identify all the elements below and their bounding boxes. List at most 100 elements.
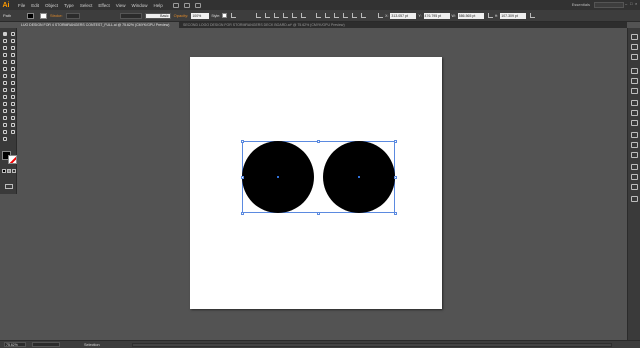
align-top-icon[interactable] <box>283 13 289 18</box>
recolor-artwork-icon[interactable] <box>231 13 237 18</box>
swatches-icon[interactable] <box>631 54 638 60</box>
artboard[interactable] <box>190 57 442 309</box>
workspace-switcher[interactable]: Essentials <box>572 2 590 7</box>
color-panel-icon[interactable] <box>631 34 638 40</box>
pencil-icon[interactable] <box>2 66 8 72</box>
opacity-label[interactable]: Opacity: <box>174 13 189 18</box>
stroke-panel-icon[interactable] <box>631 88 638 94</box>
magic-wand-icon[interactable] <box>2 38 8 44</box>
menu-view[interactable]: View <box>116 3 126 8</box>
horizontal-scrollbar[interactable] <box>132 343 612 347</box>
type-tool-icon[interactable] <box>2 52 8 58</box>
scissors-icon[interactable] <box>10 73 16 79</box>
warp-tool-icon[interactable] <box>10 87 16 93</box>
free-transform-icon[interactable] <box>2 94 8 100</box>
handle-middle-right[interactable] <box>393 175 397 179</box>
gpu-performance-icon[interactable] <box>194 2 201 8</box>
stroke-swatch[interactable] <box>8 155 17 164</box>
hand-tool-icon[interactable] <box>10 129 16 135</box>
transform-icon[interactable] <box>631 184 638 190</box>
stroke-label[interactable]: Stroke: <box>50 13 63 18</box>
circle-right[interactable] <box>323 141 395 213</box>
shape-builder-icon[interactable] <box>10 94 16 100</box>
lasso-icon[interactable] <box>10 38 16 44</box>
pen-tool-icon[interactable] <box>2 45 8 51</box>
layers-icon[interactable] <box>631 142 638 148</box>
height-field[interactable]: 107.309 pt <box>500 12 527 19</box>
blob-brush-icon[interactable] <box>10 66 16 72</box>
line-tool-icon[interactable] <box>10 52 16 58</box>
column-graph-icon[interactable] <box>2 122 8 128</box>
gradient-mode-icon[interactable] <box>7 169 11 173</box>
screen-mode-icon[interactable] <box>5 184 13 189</box>
align-icon[interactable] <box>631 164 638 170</box>
width-field[interactable]: 586.565 pt <box>457 12 484 19</box>
eyedropper-icon[interactable] <box>10 108 16 114</box>
distribute-top-icon[interactable] <box>316 13 322 18</box>
artboard-tool-icon[interactable] <box>10 122 16 128</box>
transform-panel-icon[interactable] <box>530 13 536 18</box>
menu-type[interactable]: Type <box>64 3 74 8</box>
direct-selection-tool-icon[interactable] <box>10 31 16 37</box>
menu-edit[interactable]: Edit <box>31 3 39 8</box>
minimize-icon[interactable]: – <box>625 2 628 6</box>
align-left-icon[interactable] <box>256 13 262 18</box>
distribute-right-icon[interactable] <box>361 13 367 18</box>
handle-top-left[interactable] <box>240 139 244 143</box>
fill-color-swatch[interactable] <box>27 12 34 19</box>
none-mode-icon[interactable] <box>12 169 16 173</box>
variable-width-profile[interactable] <box>119 12 142 19</box>
circle-left[interactable] <box>242 141 314 213</box>
symbols-icon[interactable] <box>631 78 638 84</box>
bridge-icon[interactable] <box>172 2 179 8</box>
selection-tool-icon[interactable] <box>2 31 8 37</box>
distribute-left-icon[interactable] <box>343 13 349 18</box>
appearance-icon[interactable] <box>631 120 638 126</box>
graphic-styles-icon[interactable] <box>631 132 638 138</box>
reference-point-icon[interactable] <box>378 13 384 18</box>
scale-tool-icon[interactable] <box>10 80 16 86</box>
menu-object[interactable]: Object <box>45 3 58 8</box>
distribute-vcenter-icon[interactable] <box>325 13 331 18</box>
search-input[interactable] <box>594 2 624 8</box>
links-icon[interactable] <box>631 196 638 202</box>
zoom-level-field[interactable]: 75.62% <box>4 342 26 347</box>
handle-middle-left[interactable] <box>240 175 244 179</box>
pathfinder-icon[interactable] <box>631 174 638 180</box>
color-mode-icon[interactable] <box>2 169 6 173</box>
handle-bottom-right[interactable] <box>393 211 397 215</box>
constrain-proportions-icon[interactable] <box>487 13 493 18</box>
paintbrush-icon[interactable] <box>10 59 16 65</box>
handle-top-right[interactable] <box>393 139 397 143</box>
align-hcenter-icon[interactable] <box>265 13 271 18</box>
handle-bottom-center[interactable] <box>317 211 320 215</box>
arrange-documents-icon[interactable] <box>183 2 190 8</box>
symbol-sprayer-icon[interactable] <box>10 115 16 121</box>
transparency-icon[interactable] <box>631 110 638 116</box>
rectangle-tool-icon[interactable] <box>2 59 8 65</box>
tab-document-2[interactable]: SECOND LOGO DESIGN FOR STORMRANGERS DECK… <box>179 22 359 28</box>
zoom-tool-icon[interactable] <box>2 136 8 142</box>
x-field[interactable]: 313.057 pt <box>390 12 417 19</box>
align-vcenter-icon[interactable] <box>292 13 298 18</box>
curvature-icon[interactable] <box>10 45 16 51</box>
menu-select[interactable]: Select <box>80 3 93 8</box>
stroke-color-swatch[interactable] <box>40 12 47 19</box>
distribute-bottom-icon[interactable] <box>334 13 340 18</box>
width-tool-icon[interactable] <box>2 87 8 93</box>
brush-definition[interactable]: Basic <box>144 12 171 19</box>
slice-tool-icon[interactable] <box>2 129 8 135</box>
artboard-navigation[interactable] <box>32 342 60 347</box>
handle-bottom-left[interactable] <box>240 211 244 215</box>
align-right-icon[interactable] <box>274 13 280 18</box>
menu-effect[interactable]: Effect <box>98 3 109 8</box>
opacity-field[interactable]: 100% <box>191 12 210 19</box>
gradient-panel-icon[interactable] <box>631 100 638 106</box>
artboards-icon[interactable] <box>631 152 638 158</box>
brushes-icon[interactable] <box>631 68 638 74</box>
menu-window[interactable]: Window <box>131 3 147 8</box>
mesh-tool-icon[interactable] <box>10 101 16 107</box>
rotate-tool-icon[interactable] <box>2 80 8 86</box>
blend-tool-icon[interactable] <box>2 115 8 121</box>
tab-document-1[interactable]: LUO DESIGN FOR 4 STORMRANGERS CONTEST_FU… <box>17 22 179 28</box>
